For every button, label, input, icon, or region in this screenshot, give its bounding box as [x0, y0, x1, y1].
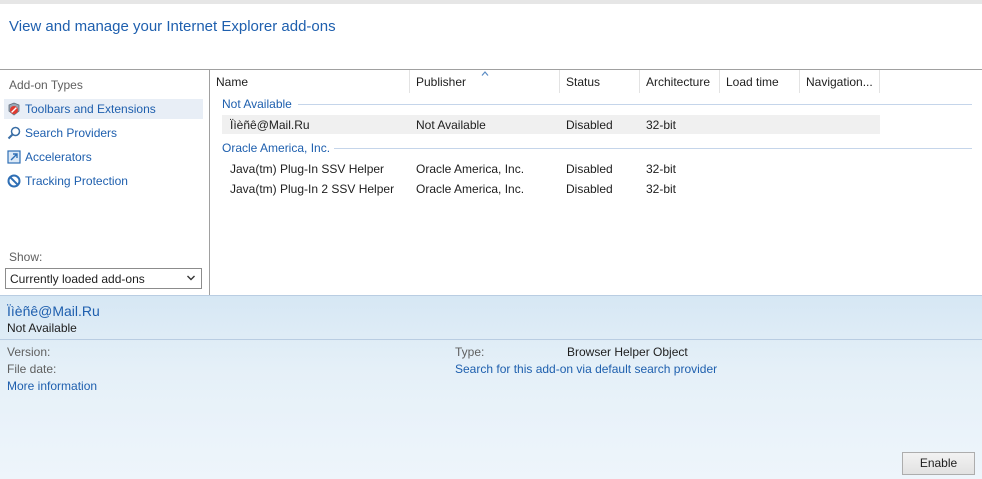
column-header-status[interactable]: Status [560, 70, 640, 93]
sidebar-item-label: Tracking Protection [25, 174, 128, 188]
enable-button[interactable]: Enable [902, 452, 975, 475]
file-date-label: File date: [7, 362, 57, 376]
sidebar-item-label: Accelerators [25, 150, 92, 164]
cell-publisher: Oracle America, Inc. [416, 162, 525, 176]
cell-name: Java(tm) Plug-In 2 SSV Helper [230, 182, 395, 196]
chevron-down-icon [187, 275, 195, 281]
column-header-load-time[interactable]: Load time [720, 70, 800, 93]
cell-status: Disabled [566, 182, 613, 196]
sidebar-item-label: Search Providers [25, 126, 118, 140]
tracking-protection-icon [7, 174, 21, 188]
search-addon-link[interactable]: Search for this add-on via default searc… [455, 362, 717, 376]
cell-name: Ïìèñê@Mail.Ru [230, 118, 310, 132]
show-dropdown-value: Currently loaded add-ons [10, 272, 145, 286]
sort-ascending-icon [481, 71, 489, 76]
column-header-label: Publisher [416, 75, 467, 89]
group-divider [298, 104, 972, 105]
column-header-architecture[interactable]: Architecture [640, 70, 720, 93]
page-title: View and manage your Internet Explorer a… [9, 18, 336, 35]
column-header-label: Name [216, 75, 249, 89]
sidebar-item-toolbars-extensions[interactable]: Toolbars and Extensions [4, 99, 203, 119]
column-header-navigation[interactable]: Navigation... [800, 70, 880, 93]
column-header-name[interactable]: Name [210, 70, 410, 93]
sidebar-item-accelerators[interactable]: Accelerators [4, 147, 203, 167]
table-row[interactable]: Java(tm) Plug-In SSV Helper Oracle Ameri… [222, 159, 880, 178]
addon-types-panel: Add-on Types Toolbars and Extensions Sea… [0, 70, 209, 295]
group-divider [334, 148, 972, 149]
search-icon [7, 126, 21, 140]
version-label: Version: [7, 345, 51, 359]
cell-name: Java(tm) Plug-In SSV Helper [230, 162, 385, 176]
type-value: Browser Helper Object [567, 345, 688, 359]
toolbars-extensions-icon [8, 102, 20, 116]
sidebar-item-search-providers[interactable]: Search Providers [4, 123, 203, 143]
sidebar-item-label: Toolbars and Extensions [25, 102, 156, 116]
column-header-label: Load time [726, 75, 779, 89]
column-headers: Name Publisher Status Architecture Load … [210, 70, 982, 93]
header: View and manage your Internet Explorer a… [0, 4, 982, 69]
cell-architecture: 32-bit [646, 118, 677, 132]
type-label: Type: [455, 345, 485, 359]
cell-publisher: Not Available [416, 118, 486, 132]
addons-list: Name Publisher Status Architecture Load … [210, 70, 982, 295]
group-header: Oracle America, Inc. [222, 141, 331, 155]
cell-status: Disabled [566, 118, 613, 132]
accelerators-icon [7, 150, 21, 164]
show-label: Show: [9, 250, 43, 264]
column-header-label: Architecture [646, 75, 711, 89]
cell-publisher: Oracle America, Inc. [416, 182, 525, 196]
details-pane: Ïìèñê@Mail.Ru Not Available Version: Fil… [0, 295, 982, 479]
show-dropdown[interactable]: Currently loaded add-ons [5, 268, 202, 289]
details-divider [0, 339, 982, 340]
column-header-label: Navigation... [806, 75, 873, 89]
cell-status: Disabled [566, 162, 613, 176]
column-header-label: Status [566, 75, 601, 89]
sidebar-item-tracking-protection[interactable]: Tracking Protection [4, 171, 203, 191]
table-row[interactable]: Java(tm) Plug-In 2 SSV Helper Oracle Ame… [222, 179, 880, 198]
cell-architecture: 32-bit [646, 182, 677, 196]
more-information-link[interactable]: More information [7, 379, 97, 393]
table-row[interactable]: Ïìèñê@Mail.Ru Not Available Disabled 32-… [222, 115, 880, 134]
cell-architecture: 32-bit [646, 162, 677, 176]
addon-name: Ïìèñê@Mail.Ru [7, 303, 100, 319]
group-header: Not Available [222, 97, 292, 111]
addon-publisher: Not Available [7, 321, 77, 335]
addon-types-title: Add-on Types [9, 78, 83, 92]
